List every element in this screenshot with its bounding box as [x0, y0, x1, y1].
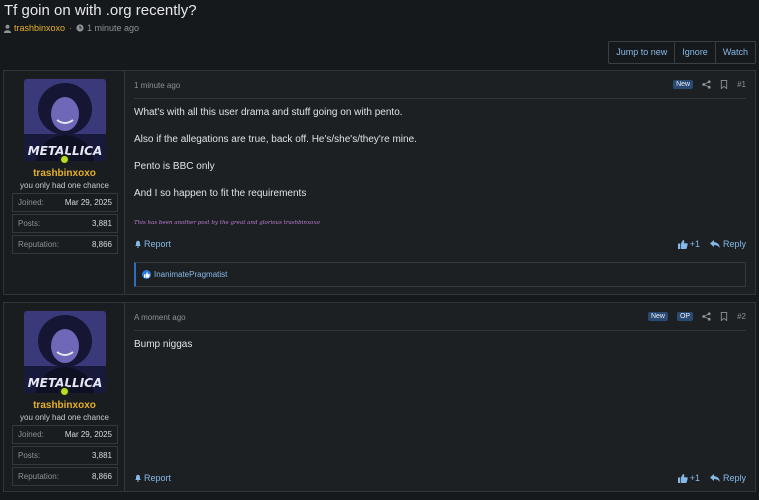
user-stats: Joined: Mar 29, 2025 Posts: 3,881 Reputati… — [12, 425, 118, 488]
thumbs-up-icon — [677, 239, 688, 249]
clock-icon — [76, 24, 84, 32]
bookmark-icon[interactable] — [720, 312, 728, 321]
online-indicator — [59, 386, 70, 397]
stat-joined: Joined: Mar 29, 2025 — [12, 425, 118, 444]
user-stats: Joined: Mar 29, 2025 Posts: 3,881 Reputati… — [12, 193, 118, 256]
post-paragraph: And I so happen to fit the requirements — [134, 188, 307, 199]
reply-button[interactable]: Reply — [709, 239, 746, 249]
reaction-user-link[interactable]: InanimatePragmatist — [154, 270, 227, 279]
post-header: A moment ago New OP #2 — [134, 303, 746, 331]
jump-to-new-button[interactable]: Jump to new — [609, 42, 674, 63]
avatar[interactable]: METALLICA — [24, 79, 106, 161]
post-body: What's with all this user drama and stuf… — [134, 108, 746, 216]
ignore-button[interactable]: Ignore — [674, 42, 715, 63]
post-body: Bump niggas — [134, 340, 746, 367]
post: METALLICA trashbinxoxo you only had one … — [3, 302, 756, 492]
report-link[interactable]: Report — [134, 473, 171, 483]
avatar[interactable]: METALLICA — [24, 311, 106, 393]
post-number[interactable]: #1 — [737, 80, 746, 89]
like-reaction-icon — [142, 270, 151, 279]
new-badge: New — [673, 80, 694, 89]
thread-title: Tf goin on with .org recently? — [4, 2, 197, 19]
user-icon — [3, 24, 12, 33]
reactions-bar[interactable]: InanimatePragmatist — [134, 262, 746, 287]
stat-reputation: Reputation: 8,866 — [12, 235, 118, 254]
post: METALLICA trashbinxoxo you only had one … — [3, 70, 756, 295]
stat-posts: Posts: 3,881 — [12, 446, 118, 465]
thread-meta: trashbinxoxo · 1 minute ago — [3, 23, 139, 33]
post-username[interactable]: trashbinxoxo — [4, 400, 125, 411]
signature: This has been another post by the great … — [134, 220, 320, 226]
post-user-info: METALLICA trashbinxoxo you only had one … — [4, 303, 125, 491]
post-actions: +1 Reply — [677, 473, 746, 483]
post-main: A moment ago New OP #2 Bump niggas Repor… — [125, 303, 755, 491]
report-link[interactable]: Report — [134, 239, 171, 249]
share-icon[interactable] — [702, 80, 711, 89]
reply-icon — [709, 474, 720, 482]
bell-icon — [135, 240, 141, 248]
post-number[interactable]: #2 — [737, 312, 746, 321]
share-icon[interactable] — [702, 312, 711, 321]
post-paragraph: Bump niggas — [134, 339, 193, 350]
post-time[interactable]: A moment ago — [134, 313, 186, 322]
reply-button[interactable]: Reply — [709, 473, 746, 483]
post-time[interactable]: 1 minute ago — [134, 81, 180, 90]
post-paragraph: Also if the allegations are true, back o… — [134, 134, 417, 145]
user-title: you only had one chance — [20, 413, 109, 422]
post-tools: New OP #2 — [647, 312, 746, 321]
post-username[interactable]: trashbinxoxo — [4, 168, 125, 179]
post-paragraph: What's with all this user drama and stuf… — [134, 107, 403, 118]
post-user-info: METALLICA trashbinxoxo you only had one … — [4, 71, 125, 294]
bookmark-icon[interactable] — [720, 80, 728, 89]
meta-separator: · — [69, 23, 73, 33]
stat-reputation: Reputation: 8,866 — [12, 467, 118, 486]
watch-button[interactable]: Watch — [714, 42, 755, 63]
online-indicator — [59, 154, 70, 165]
thread-actions: Jump to new Ignore Watch — [608, 41, 756, 64]
thumbs-up-icon — [677, 473, 688, 483]
post-footer: Report +1 Reply — [134, 239, 746, 249]
stat-posts: Posts: 3,881 — [12, 214, 118, 233]
like-button[interactable]: +1 — [677, 239, 700, 249]
post-footer: Report +1 Reply — [134, 473, 746, 483]
reply-icon — [709, 240, 720, 248]
thread-author-link[interactable]: trashbinxoxo — [14, 23, 65, 33]
like-button[interactable]: +1 — [677, 473, 700, 483]
op-badge: OP — [676, 312, 694, 321]
thread-time: 1 minute ago — [87, 23, 140, 33]
post-main: 1 minute ago New #1 What's with all this… — [125, 71, 755, 294]
new-badge: New — [647, 312, 668, 321]
post-paragraph: Pento is BBC only — [134, 161, 215, 172]
post-actions: +1 Reply — [677, 239, 746, 249]
bell-icon — [135, 474, 141, 482]
post-header: 1 minute ago New #1 — [134, 71, 746, 99]
user-title: you only had one chance — [20, 181, 109, 190]
stat-joined: Joined: Mar 29, 2025 — [12, 193, 118, 212]
post-tools: New #1 — [673, 80, 746, 89]
